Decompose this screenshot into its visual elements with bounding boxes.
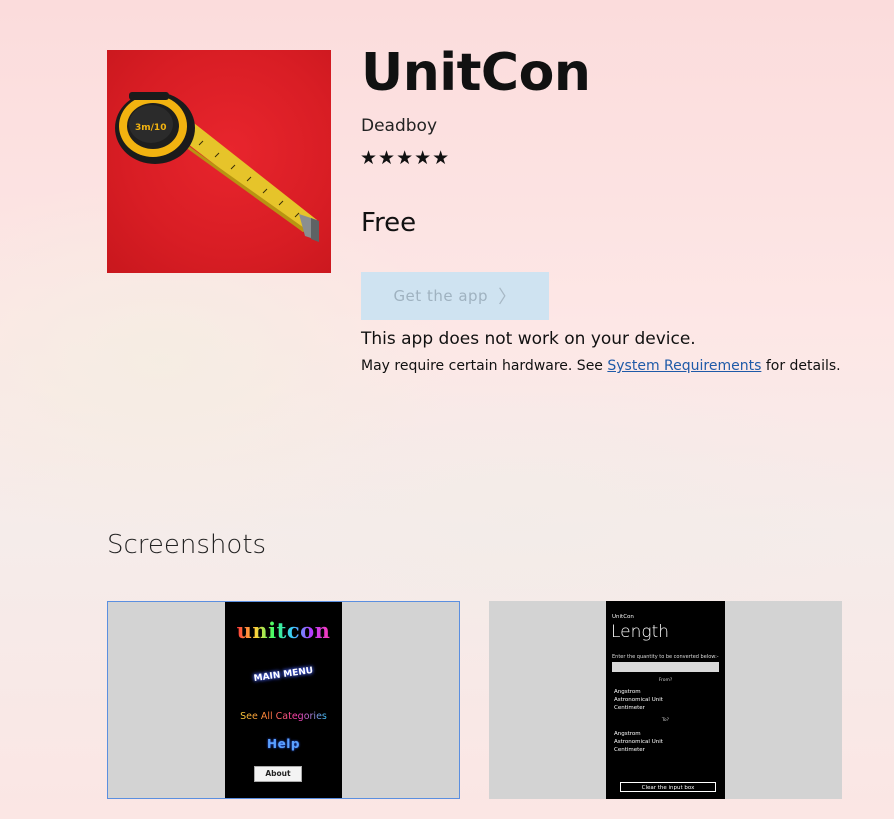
list-item: Astronomical Unit: [614, 739, 663, 745]
unitcon-logo-text: unitcon: [236, 618, 331, 643]
incompatible-message: This app does not work on your device.: [361, 329, 696, 349]
main-menu-label: MAIN MENU: [253, 665, 314, 685]
get-app-button[interactable]: Get the app 〉: [361, 272, 549, 320]
tape-measure-graphic: 3m/10: [115, 92, 319, 242]
requirements-suffix: for details.: [761, 358, 841, 374]
help-link: Help: [267, 737, 300, 751]
screenshot-app-name: UnitCon: [612, 614, 634, 620]
screenshot-1-phone-screen: unitcon MAIN MENU See All Categories Hel…: [225, 602, 342, 798]
chevron-right-icon: 〉: [498, 287, 517, 308]
screenshot-instruction: Enter the quantity to be converted below…: [612, 654, 719, 660]
categories-link: See All Categories: [240, 711, 327, 722]
screenshot-to-label: To?: [661, 718, 670, 723]
screenshot-quantity-input: [612, 662, 719, 672]
requirements-prefix: May require certain hardware. See: [361, 358, 608, 374]
about-button: About: [254, 766, 302, 782]
screenshot-thumbnail-1[interactable]: unitcon MAIN MENU See All Categories Hel…: [107, 601, 460, 799]
tape-measure-icon: 3m/10: [107, 50, 331, 273]
list-item: Centimeter: [614, 747, 645, 753]
app-title: UnitCon: [361, 43, 591, 103]
publisher-link[interactable]: Deadboy: [361, 114, 437, 138]
screenshot-2-phone-screen: UnitCon Length Enter the quantity to be …: [606, 601, 725, 799]
screenshot-from-list: Angstrom Astronomical Unit Centimeter: [614, 688, 663, 712]
tape-label-text: 3m/10: [135, 123, 166, 133]
screenshot-page-title: Length: [611, 622, 670, 642]
system-requirements-link[interactable]: System Requirements: [607, 358, 761, 374]
list-item: Angstrom: [614, 689, 641, 695]
get-app-label: Get the app: [393, 287, 489, 305]
list-item: Angstrom: [614, 731, 641, 737]
rating-stars: ★★★★★: [360, 147, 451, 169]
screenshot-thumbnail-2[interactable]: UnitCon Length Enter the quantity to be …: [489, 601, 842, 799]
price-label: Free: [361, 208, 417, 238]
list-item: Astronomical Unit: [614, 697, 663, 703]
screenshots-heading: Screenshots: [107, 530, 267, 560]
screenshot-clear-button: Clear the input box: [620, 782, 716, 792]
screenshot-from-label: From?: [658, 678, 673, 683]
screenshot-to-list: Angstrom Astronomical Unit Centimeter: [614, 730, 663, 754]
requirements-note: May require certain hardware. See System…: [361, 355, 841, 377]
list-item: Centimeter: [614, 705, 645, 711]
